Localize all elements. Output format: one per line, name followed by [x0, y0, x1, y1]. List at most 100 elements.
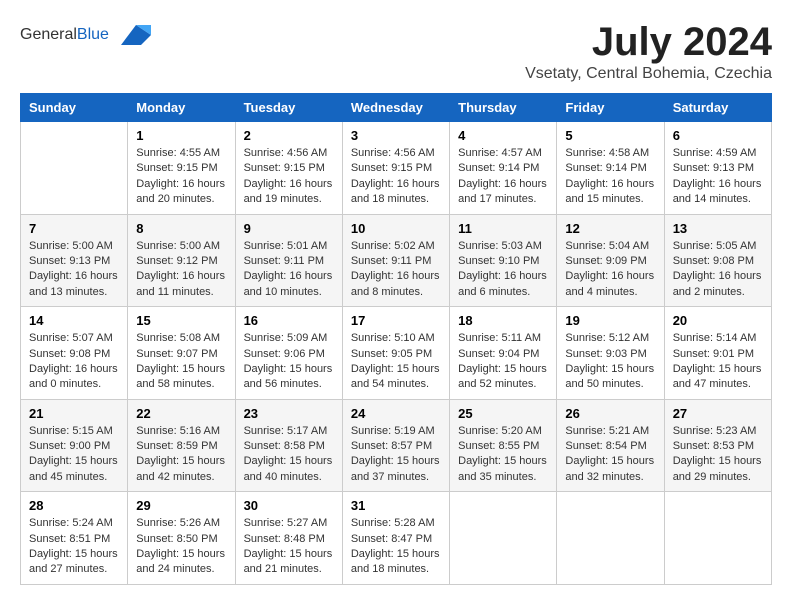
day-info: Sunrise: 5:03 AM Sunset: 9:10 PM Dayligh…: [458, 239, 548, 301]
calendar-cell: 5 Sunrise: 4:58 AM Sunset: 9:14 PM Daylig…: [557, 122, 664, 215]
day-number: 1: [136, 128, 226, 143]
day-number: 31: [351, 498, 441, 513]
calendar-cell: 9Sunrise: 5:01 AM Sunset: 9:11 PM Daylig…: [235, 214, 342, 307]
calendar-week-row: 1 Sunrise: 4:55 AM Sunset: 9:15 PM Daylig…: [21, 122, 772, 215]
day-info: Sunrise: 5:07 AM Sunset: 9:08 PM Dayligh…: [29, 331, 119, 393]
calendar-week-row: 28 Sunrise: 5:24 AM Sunset: 8:51 PM Dayli…: [21, 492, 772, 585]
calendar-cell: 26 Sunrise: 5:21 AM Sunset: 8:54 PM Dayli…: [557, 399, 664, 492]
day-number: 13: [673, 221, 763, 236]
calendar-cell: 23Sunrise: 5:17 AM Sunset: 8:58 PM Dayli…: [235, 399, 342, 492]
calendar-cell: 11 Sunrise: 5:03 AM Sunset: 9:10 PM Dayli…: [450, 214, 557, 307]
day-info: Sunrise: 5:02 AM Sunset: 9:11 PM Dayligh…: [351, 239, 441, 301]
day-number: 10: [351, 221, 441, 236]
calendar-cell: 24 Sunrise: 5:19 AM Sunset: 8:57 PM Dayli…: [342, 399, 449, 492]
calendar-cell: 8Sunrise: 5:00 AM Sunset: 9:12 PM Daylig…: [128, 214, 235, 307]
calendar-cell: [557, 492, 664, 585]
day-info: Sunrise: 5:11 AM Sunset: 9:04 PM Dayligh…: [458, 331, 548, 393]
calendar-cell: 22 Sunrise: 5:16 AM Sunset: 8:59 PM Dayli…: [128, 399, 235, 492]
day-info: Sunrise: 4:58 AM Sunset: 9:14 PM Dayligh…: [565, 146, 655, 208]
day-info: Sunrise: 5:00 AM Sunset: 9:12 PM Dayligh…: [136, 239, 226, 301]
calendar-cell: [664, 492, 771, 585]
day-info: Sunrise: 5:15 AM Sunset: 9:00 PM Dayligh…: [29, 424, 119, 486]
day-number: 20: [673, 313, 763, 328]
day-info: Sunrise: 5:08 AM Sunset: 9:07 PM Dayligh…: [136, 331, 226, 393]
calendar-cell: 16 Sunrise: 5:09 AM Sunset: 9:06 PM Dayli…: [235, 307, 342, 400]
logo: GeneralBlue: [20, 20, 151, 50]
day-info: Sunrise: 5:12 AM Sunset: 9:03 PM Dayligh…: [565, 331, 655, 393]
day-info: Sunrise: 5:04 AM Sunset: 9:09 PM Dayligh…: [565, 239, 655, 301]
day-number: 7: [29, 221, 119, 236]
day-info: Sunrise: 4:55 AM Sunset: 9:15 PM Dayligh…: [136, 146, 226, 208]
calendar-week-row: 7Sunrise: 5:00 AM Sunset: 9:13 PM Daylig…: [21, 214, 772, 307]
day-number: 30: [244, 498, 334, 513]
day-info: Sunrise: 5:20 AM Sunset: 8:55 PM Dayligh…: [458, 424, 548, 486]
day-number: 6: [673, 128, 763, 143]
column-header-saturday: Saturday: [664, 94, 771, 122]
day-number: 21: [29, 406, 119, 421]
calendar-cell: 3 Sunrise: 4:56 AM Sunset: 9:15 PM Daylig…: [342, 122, 449, 215]
day-number: 12: [565, 221, 655, 236]
calendar-week-row: 14 Sunrise: 5:07 AM Sunset: 9:08 PM Dayli…: [21, 307, 772, 400]
calendar-cell: 12 Sunrise: 5:04 AM Sunset: 9:09 PM Dayli…: [557, 214, 664, 307]
day-info: Sunrise: 5:28 AM Sunset: 8:47 PM Dayligh…: [351, 516, 441, 578]
day-number: 11: [458, 221, 548, 236]
logo-general-text: General: [20, 26, 77, 43]
day-number: 3: [351, 128, 441, 143]
day-number: 15: [136, 313, 226, 328]
day-number: 19: [565, 313, 655, 328]
day-info: Sunrise: 5:09 AM Sunset: 9:06 PM Dayligh…: [244, 331, 334, 393]
calendar-table: SundayMondayTuesdayWednesdayThursdayFrid…: [20, 93, 772, 585]
calendar-cell: 6Sunrise: 4:59 AM Sunset: 9:13 PM Daylig…: [664, 122, 771, 215]
day-number: 9: [244, 221, 334, 236]
day-number: 2: [244, 128, 334, 143]
page-header: GeneralBlue July 2024 Vsetaty, Central B…: [20, 20, 772, 83]
day-number: 4: [458, 128, 548, 143]
day-info: Sunrise: 5:14 AM Sunset: 9:01 PM Dayligh…: [673, 331, 763, 393]
day-info: Sunrise: 5:23 AM Sunset: 8:53 PM Dayligh…: [673, 424, 763, 486]
month-year-title: July 2024: [525, 20, 772, 65]
title-block: July 2024 Vsetaty, Central Bohemia, Czec…: [525, 20, 772, 83]
day-info: Sunrise: 5:16 AM Sunset: 8:59 PM Dayligh…: [136, 424, 226, 486]
calendar-cell: 25Sunrise: 5:20 AM Sunset: 8:55 PM Dayli…: [450, 399, 557, 492]
day-number: 27: [673, 406, 763, 421]
day-info: Sunrise: 5:19 AM Sunset: 8:57 PM Dayligh…: [351, 424, 441, 486]
column-header-friday: Friday: [557, 94, 664, 122]
day-number: 23: [244, 406, 334, 421]
calendar-cell: [450, 492, 557, 585]
logo-icon: [111, 20, 151, 50]
day-number: 29: [136, 498, 226, 513]
day-number: 14: [29, 313, 119, 328]
calendar-cell: 7Sunrise: 5:00 AM Sunset: 9:13 PM Daylig…: [21, 214, 128, 307]
day-number: 5: [565, 128, 655, 143]
day-number: 26: [565, 406, 655, 421]
day-number: 22: [136, 406, 226, 421]
day-info: Sunrise: 5:21 AM Sunset: 8:54 PM Dayligh…: [565, 424, 655, 486]
calendar-cell: 4 Sunrise: 4:57 AM Sunset: 9:14 PM Daylig…: [450, 122, 557, 215]
column-header-sunday: Sunday: [21, 94, 128, 122]
calendar-cell: 15 Sunrise: 5:08 AM Sunset: 9:07 PM Dayli…: [128, 307, 235, 400]
day-number: 24: [351, 406, 441, 421]
day-number: 28: [29, 498, 119, 513]
calendar-cell: [21, 122, 128, 215]
calendar-cell: 31 Sunrise: 5:28 AM Sunset: 8:47 PM Dayli…: [342, 492, 449, 585]
calendar-cell: 18Sunrise: 5:11 AM Sunset: 9:04 PM Dayli…: [450, 307, 557, 400]
day-info: Sunrise: 5:24 AM Sunset: 8:51 PM Dayligh…: [29, 516, 119, 578]
calendar-week-row: 21 Sunrise: 5:15 AM Sunset: 9:00 PM Dayli…: [21, 399, 772, 492]
calendar-cell: 1 Sunrise: 4:55 AM Sunset: 9:15 PM Daylig…: [128, 122, 235, 215]
day-info: Sunrise: 4:57 AM Sunset: 9:14 PM Dayligh…: [458, 146, 548, 208]
day-info: Sunrise: 4:56 AM Sunset: 9:15 PM Dayligh…: [244, 146, 334, 208]
column-header-wednesday: Wednesday: [342, 94, 449, 122]
day-number: 16: [244, 313, 334, 328]
calendar-cell: 27 Sunrise: 5:23 AM Sunset: 8:53 PM Dayli…: [664, 399, 771, 492]
column-header-thursday: Thursday: [450, 94, 557, 122]
calendar-cell: 20 Sunrise: 5:14 AM Sunset: 9:01 PM Dayli…: [664, 307, 771, 400]
calendar-cell: 14 Sunrise: 5:07 AM Sunset: 9:08 PM Dayli…: [21, 307, 128, 400]
column-header-tuesday: Tuesday: [235, 94, 342, 122]
location-subtitle: Vsetaty, Central Bohemia, Czechia: [525, 65, 772, 83]
calendar-cell: 2 Sunrise: 4:56 AM Sunset: 9:15 PM Daylig…: [235, 122, 342, 215]
day-info: Sunrise: 4:56 AM Sunset: 9:15 PM Dayligh…: [351, 146, 441, 208]
day-info: Sunrise: 5:10 AM Sunset: 9:05 PM Dayligh…: [351, 331, 441, 393]
calendar-cell: 17Sunrise: 5:10 AM Sunset: 9:05 PM Dayli…: [342, 307, 449, 400]
day-info: Sunrise: 5:26 AM Sunset: 8:50 PM Dayligh…: [136, 516, 226, 578]
calendar-cell: 30Sunrise: 5:27 AM Sunset: 8:48 PM Dayli…: [235, 492, 342, 585]
